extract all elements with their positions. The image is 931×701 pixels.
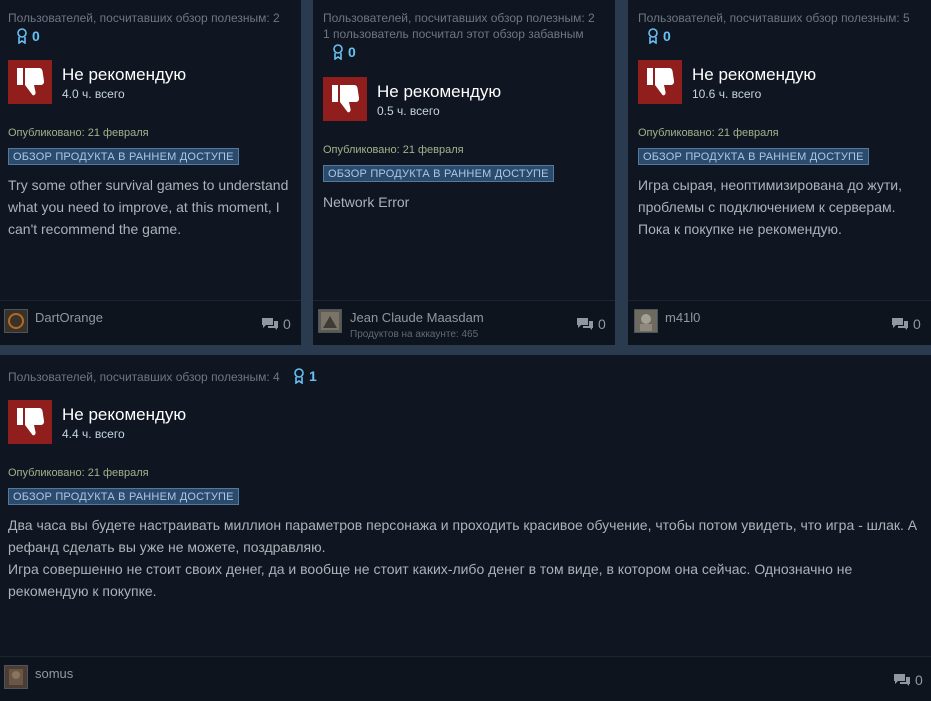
author-name[interactable]: m41l0 xyxy=(665,310,700,325)
award-button[interactable]: 0 xyxy=(16,28,40,44)
hours-played: 10.6 ч. всего xyxy=(692,87,762,101)
published-date: Опубликовано: 21 февраля xyxy=(638,127,779,139)
author-name[interactable]: DartOrange xyxy=(35,310,103,325)
avatar[interactable] xyxy=(4,665,28,689)
award-icon xyxy=(333,44,343,60)
comment-icon xyxy=(262,317,278,330)
award-icon xyxy=(648,28,658,44)
review-card: Пользователей, посчитавших обзор полезны… xyxy=(0,0,301,345)
review-footer: Jean Claude Maasdam Продуктов на аккаунт… xyxy=(313,300,615,345)
review-card: Пользователей, посчитавших обзор полезны… xyxy=(628,0,931,345)
thumbs-down-icon xyxy=(323,77,367,121)
award-button[interactable]: 0 xyxy=(332,44,356,60)
comments-button[interactable]: 0 xyxy=(576,316,606,332)
review-verdict[interactable]: Не рекомендую 4.4 ч. всего xyxy=(8,400,186,444)
award-button[interactable]: 1 xyxy=(293,368,317,384)
review-verdict[interactable]: Не рекомендую 0.5 ч. всего xyxy=(323,77,501,121)
review-verdict[interactable]: Не рекомендую 10.6 ч. всего xyxy=(638,60,816,104)
helpful-count: Пользователей, посчитавших обзор полезны… xyxy=(8,11,280,25)
review-verdict[interactable]: Не рекомендую 4.0 ч. всего xyxy=(8,60,186,104)
award-count: 0 xyxy=(32,28,40,44)
avatar[interactable] xyxy=(4,309,28,333)
helpful-count: Пользователей, посчитавших обзор полезны… xyxy=(323,11,595,25)
award-icon xyxy=(17,28,27,44)
comment-count: 0 xyxy=(915,672,923,688)
verdict-title: Не рекомендую xyxy=(62,405,187,424)
award-count: 1 xyxy=(309,368,317,384)
comment-count: 0 xyxy=(598,316,606,332)
verdict-title: Не рекомендую xyxy=(377,82,502,101)
review-text: Try some other survival games to underst… xyxy=(8,177,289,237)
review-footer: m41l0 0 xyxy=(628,300,931,345)
review-paragraph: Игра совершенно не стоит своих денег, да… xyxy=(8,561,853,599)
comments-button[interactable]: 0 xyxy=(261,316,291,332)
products-count: Продуктов на аккаунте: 465 xyxy=(350,329,479,340)
comment-icon xyxy=(577,317,593,330)
avatar[interactable] xyxy=(318,309,342,333)
published-date: Опубликовано: 21 февраля xyxy=(323,144,464,156)
early-access-badge: ОБЗОР ПРОДУКТА В РАННЕМ ДОСТУПЕ xyxy=(638,148,869,165)
thumbs-down-icon xyxy=(8,60,52,104)
early-access-badge: ОБЗОР ПРОДУКТА В РАННЕМ ДОСТУПЕ xyxy=(8,488,239,505)
comments-button[interactable]: 0 xyxy=(891,316,921,332)
helpful-count: Пользователей, посчитавших обзор полезны… xyxy=(8,370,280,384)
helpful-count: Пользователей, посчитавших обзор полезны… xyxy=(638,11,910,25)
review-footer: DartOrange 0 xyxy=(0,300,301,345)
comments-button[interactable]: 0 xyxy=(893,672,923,688)
hours-played: 4.0 ч. всего xyxy=(62,87,125,101)
comment-icon xyxy=(892,317,908,330)
review-card: Пользователей, посчитавших обзор полезны… xyxy=(313,0,615,345)
avatar[interactable] xyxy=(634,309,658,333)
review-footer: somus 0 xyxy=(0,656,931,701)
review-paragraph: Два часа вы будете настраивать миллион п… xyxy=(8,517,918,555)
comment-count: 0 xyxy=(283,316,291,332)
funny-count: 1 пользователь посчитал этот обзор забав… xyxy=(323,27,584,41)
author-name[interactable]: somus xyxy=(35,666,73,681)
thumbs-down-icon xyxy=(8,400,52,444)
award-count: 0 xyxy=(348,44,356,60)
hours-played: 0.5 ч. всего xyxy=(377,104,440,118)
published-date: Опубликовано: 21 февраля xyxy=(8,467,149,479)
comment-count: 0 xyxy=(913,316,921,332)
thumbs-down-icon xyxy=(638,60,682,104)
author-name[interactable]: Jean Claude Maasdam xyxy=(350,310,484,325)
review-text: Network Error xyxy=(323,194,410,210)
review-text: Два часа вы будете настраивать миллион п… xyxy=(8,514,926,602)
award-count: 0 xyxy=(663,28,671,44)
review-card: Пользователей, посчитавших обзор полезны… xyxy=(0,355,931,701)
early-access-badge: ОБЗОР ПРОДУКТА В РАННЕМ ДОСТУПЕ xyxy=(8,148,239,165)
verdict-title: Не рекомендую xyxy=(692,65,817,84)
review-text: Игра сырая, неоптимизирована до жути, пр… xyxy=(638,177,902,237)
award-icon xyxy=(294,368,304,384)
hours-played: 4.4 ч. всего xyxy=(62,427,125,441)
comment-icon xyxy=(894,673,910,686)
early-access-badge: ОБЗОР ПРОДУКТА В РАННЕМ ДОСТУПЕ xyxy=(323,165,554,182)
verdict-title: Не рекомендую xyxy=(62,65,187,84)
award-button[interactable]: 0 xyxy=(647,28,671,44)
published-date: Опубликовано: 21 февраля xyxy=(8,127,149,139)
